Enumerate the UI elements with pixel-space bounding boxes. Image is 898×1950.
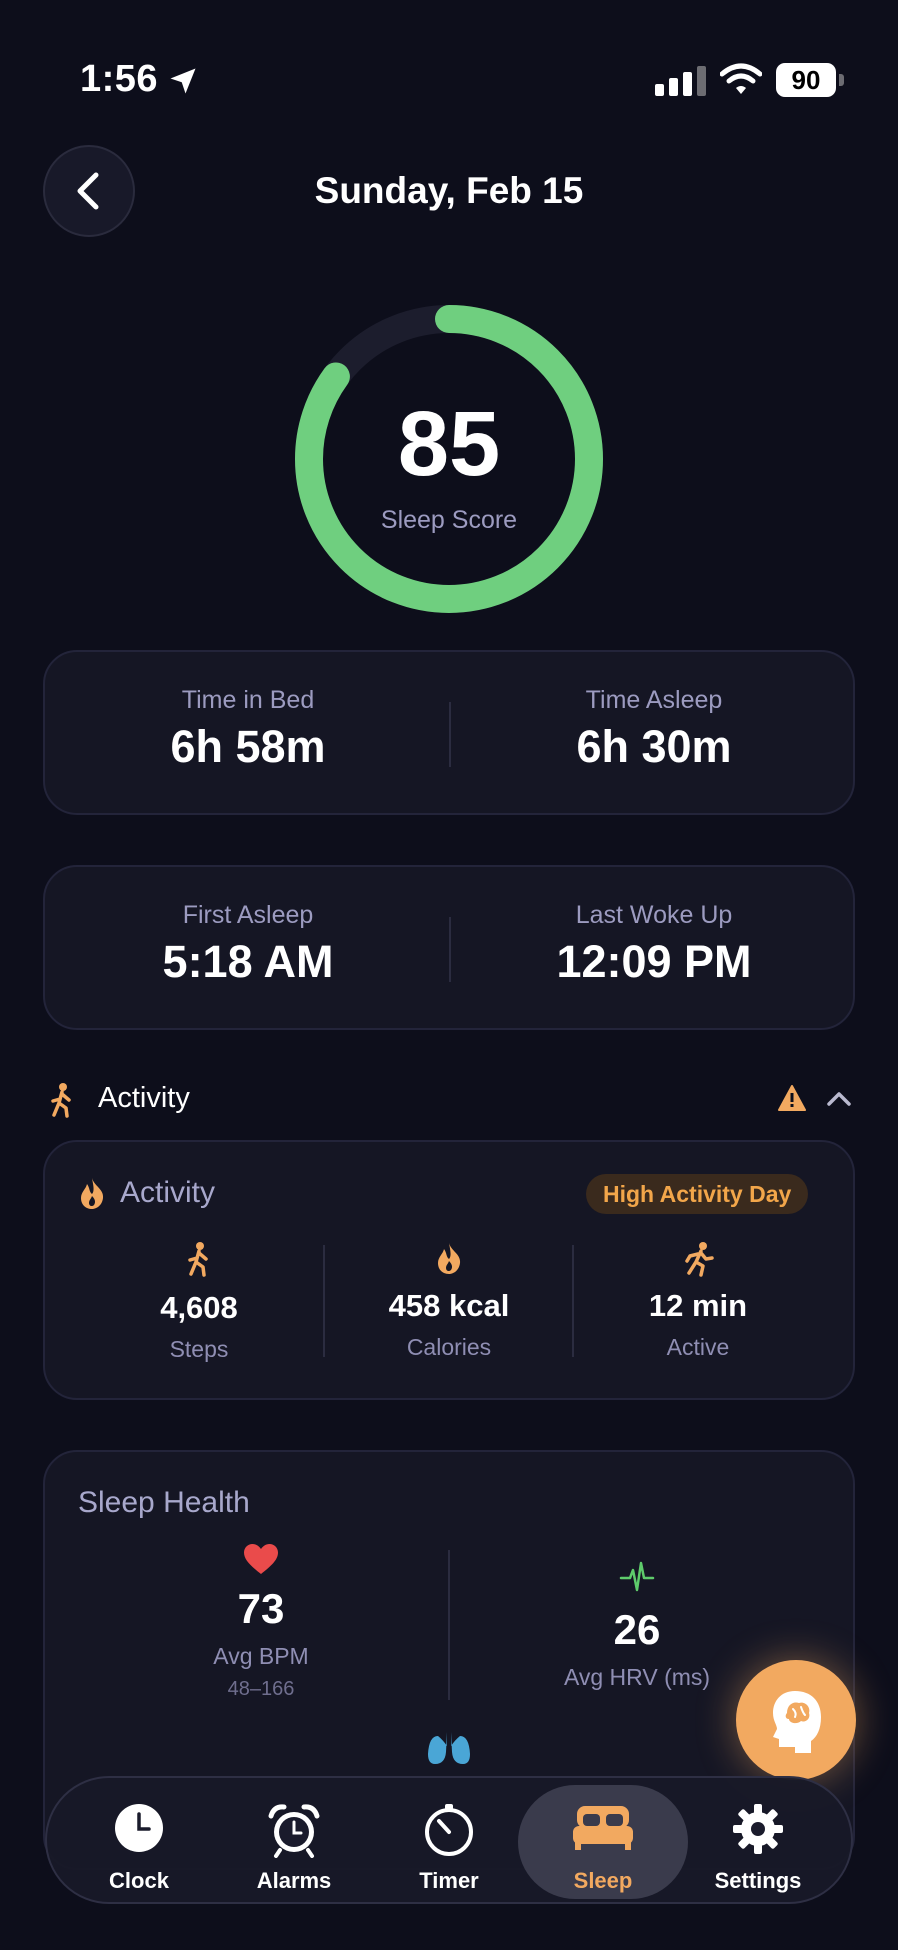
status-time: 1:56 (80, 58, 159, 100)
time-in-bed-label: Time in Bed (181, 686, 315, 714)
heart-icon (58, 1543, 464, 1579)
calories-label: Calories (406, 1334, 492, 1360)
high-activity-badge: High Activity Day (586, 1174, 809, 1214)
timer-icon (421, 1802, 477, 1863)
avg-bpm-value: 73 (237, 1585, 285, 1632)
location-arrow-icon (168, 66, 198, 101)
ai-coach-button[interactable] (736, 1660, 856, 1780)
clock-icon (113, 1802, 165, 1859)
bpm-range: 48–166 (227, 1678, 295, 1700)
avg-hrv-value: 26 (613, 1606, 661, 1653)
time-in-bed-card: Time in Bed 6h 58m Time Asleep 6h 30m (43, 650, 855, 815)
chevron-up-icon[interactable] (826, 1090, 852, 1113)
activity-section-title: Activity (98, 1082, 190, 1114)
tab-sleep-label: Sleep (573, 1868, 633, 1893)
time-asleep-value: 6h 30m (576, 721, 732, 772)
sleep-times-card: First Asleep 5:18 AM Last Woke Up 12:09 … (43, 865, 855, 1030)
first-asleep-value: 5:18 AM (162, 936, 334, 987)
last-woke-label: Last Woke Up (575, 901, 733, 929)
tab-alarms-label: Alarms (256, 1868, 332, 1893)
steps-stat: 4,608 Steps (75, 1240, 323, 1363)
tab-clock-label: Clock (109, 1868, 169, 1893)
tab-timer-label: Timer (419, 1868, 479, 1893)
time-asleep-label: Time Asleep (585, 686, 723, 714)
page-title: Sunday, Feb 15 (314, 170, 584, 211)
calories-stat: 458 kcal Calories (325, 1240, 573, 1361)
cellular-signal-icon (655, 66, 706, 96)
hrv-pulse-icon (434, 1560, 840, 1596)
running-icon (574, 1240, 822, 1280)
tab-clock[interactable]: Clock (59, 1790, 219, 1894)
last-woke-value: 12:09 PM (556, 936, 752, 987)
active-value: 12 min (648, 1288, 748, 1323)
gear-icon (731, 1802, 785, 1861)
bed-icon (571, 1802, 635, 1857)
tab-timer[interactable]: Timer (369, 1790, 529, 1894)
walking-icon (48, 1082, 76, 1123)
calories-value: 458 kcal (388, 1288, 510, 1323)
alarm-clock-icon (266, 1802, 322, 1863)
sleep-health-title: Sleep Health (78, 1486, 250, 1519)
active-label: Active (666, 1334, 730, 1360)
time-in-bed-value: 6h 58m (170, 721, 326, 772)
sleep-score-label: Sleep Score (380, 506, 518, 534)
steps-label: Steps (169, 1336, 229, 1362)
active-stat: 12 min Active (574, 1240, 822, 1361)
tab-settings-label: Settings (714, 1868, 802, 1893)
wifi-icon (719, 62, 763, 101)
brain-head-icon (773, 1691, 821, 1753)
avg-bpm-label: Avg BPM (213, 1643, 309, 1669)
steps-value: 4,608 (160, 1290, 238, 1325)
flame-icon (325, 1240, 573, 1280)
first-asleep-label: First Asleep (182, 901, 314, 929)
tab-sleep[interactable]: Sleep (523, 1790, 683, 1894)
warning-icon (778, 1085, 806, 1116)
tab-alarms[interactable]: Alarms (214, 1790, 374, 1894)
sleep-score-value: 85 (397, 393, 501, 495)
lungs-icon (425, 1728, 473, 1773)
tab-settings[interactable]: Settings (678, 1790, 838, 1894)
heart-rate-stat: 73 Avg BPM 48–166 (58, 1543, 464, 1701)
battery-indicator: 90 (776, 63, 836, 97)
flame-icon (78, 1176, 106, 1215)
walking-icon (75, 1240, 323, 1280)
activity-card-title: Activity (120, 1176, 216, 1209)
battery-cap (839, 74, 844, 86)
